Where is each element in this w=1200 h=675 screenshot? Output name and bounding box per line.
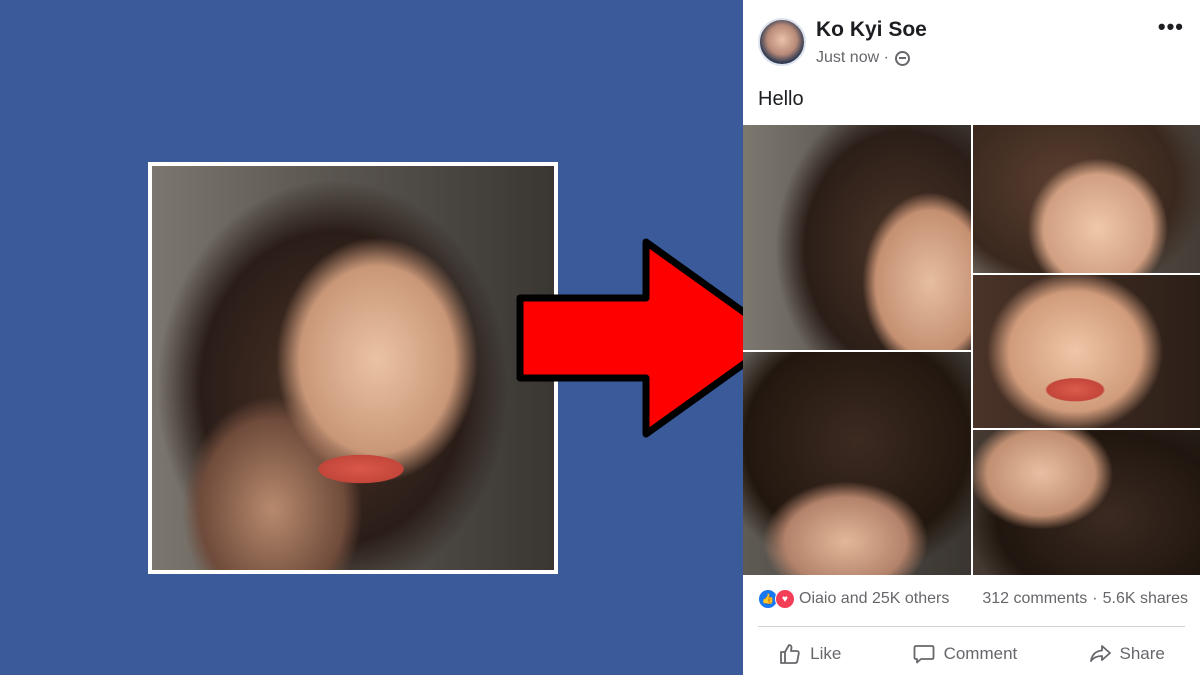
comment-button[interactable]: Comment xyxy=(912,642,1018,666)
collage-photo-2[interactable] xyxy=(743,352,971,575)
avatar[interactable] xyxy=(758,18,806,66)
post-text: Hello xyxy=(758,88,804,110)
separator-dot: · xyxy=(1092,590,1098,607)
collage-photo-5[interactable] xyxy=(973,430,1200,575)
post-stats: 👍 ♥ Oiaio and 25K others 312 comments · … xyxy=(758,589,1188,609)
love-reaction-icon: ♥ xyxy=(775,589,795,609)
facebook-post: Ko Kyi Soe Just now · ••• Hello 👍 ♥ Oiai… xyxy=(743,0,1200,675)
photo-collage xyxy=(743,125,1200,575)
post-actions: Like Comment Share xyxy=(743,634,1200,674)
share-arrow-icon xyxy=(1089,645,1111,662)
comment-bubble-icon xyxy=(913,645,934,664)
original-photo xyxy=(152,166,554,570)
post-author[interactable]: Ko Kyi Soe xyxy=(816,18,927,42)
share-label: Share xyxy=(1119,644,1165,663)
collage-photo-1[interactable] xyxy=(743,125,971,350)
post-timestamp-row: Just now · xyxy=(816,49,910,67)
thumbs-up-icon xyxy=(780,644,800,664)
like-button[interactable]: Like xyxy=(778,642,841,666)
reactions-summary[interactable]: Oiaio and 25K others xyxy=(799,590,949,608)
like-label: Like xyxy=(810,644,842,663)
collage-photo-3[interactable] xyxy=(973,125,1200,273)
shares-count[interactable]: 5.6K shares xyxy=(1103,590,1188,608)
original-photo-frame xyxy=(148,162,558,574)
comments-count[interactable]: 312 comments xyxy=(982,590,1087,608)
more-options-icon[interactable]: ••• xyxy=(1158,14,1184,40)
share-button[interactable]: Share xyxy=(1088,642,1165,666)
globe-icon xyxy=(894,50,910,66)
post-time[interactable]: Just now · xyxy=(816,49,889,67)
collage-photo-4[interactable] xyxy=(973,275,1200,428)
divider xyxy=(758,626,1185,627)
comment-label: Comment xyxy=(943,644,1018,663)
